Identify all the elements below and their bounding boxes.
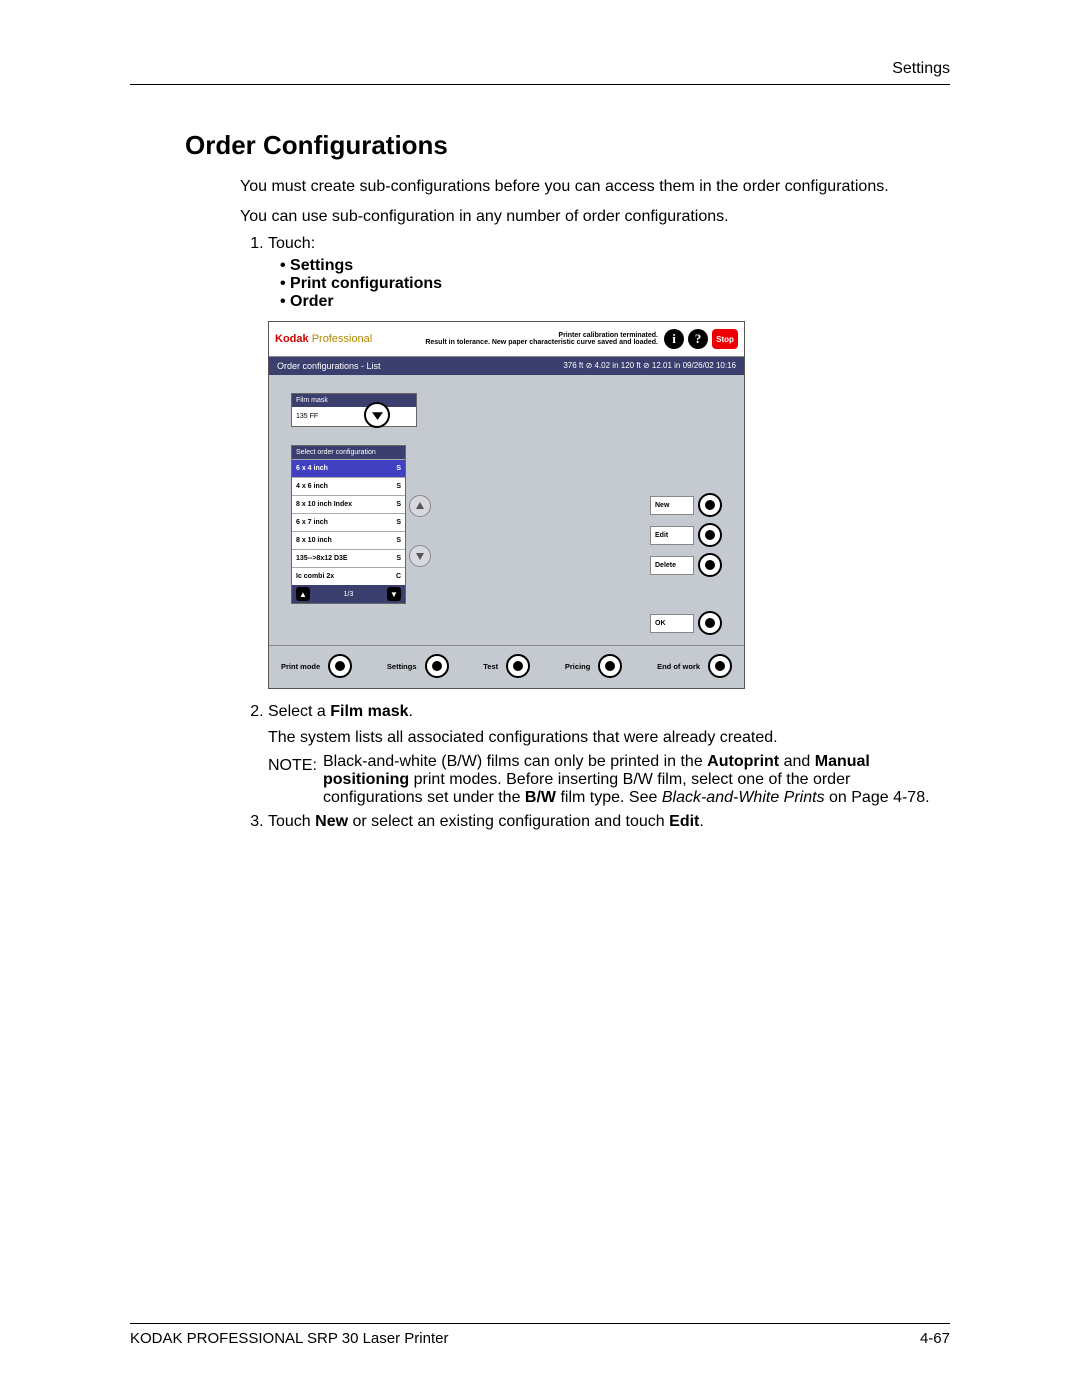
film-mask-panel: Film mask 135 FF xyxy=(291,393,417,427)
settings-button[interactable]: Settings xyxy=(387,654,449,678)
brand-logo: Kodak Professional xyxy=(275,333,372,345)
bullet-order: Order xyxy=(280,293,950,311)
list-item[interactable]: Ic combi 2xC xyxy=(292,567,405,585)
radio-icon xyxy=(708,654,732,678)
note-text: Black-and-white (B/W) films can only be … xyxy=(323,753,950,807)
footer-product: KODAK PROFESSIONAL SRP 30 Laser Printer xyxy=(130,1330,448,1347)
list-paginator: ▲ 1/3 ▼ xyxy=(292,585,405,603)
radio-icon xyxy=(698,523,722,547)
scroll-up-button[interactable] xyxy=(409,495,431,517)
arrow-down-icon xyxy=(415,551,425,561)
top-icon-group: i ? Stop xyxy=(664,329,738,349)
status-message: Printer calibration terminated. Result i… xyxy=(372,332,664,347)
ui-top-bar: Kodak Professional Printer calibration t… xyxy=(269,322,744,357)
side-button-group: New Edit Delete OK xyxy=(650,493,722,641)
print-mode-button[interactable]: Print mode xyxy=(281,654,352,678)
radio-icon xyxy=(698,611,722,635)
pricing-button[interactable]: Pricing xyxy=(565,654,622,678)
note-label: NOTE: xyxy=(268,757,317,775)
list-item[interactable]: 4 x 6 inchS xyxy=(292,477,405,495)
ui-screenshot: Kodak Professional Printer calibration t… xyxy=(268,321,745,689)
intro-paragraph-1: You must create sub-configurations befor… xyxy=(240,176,950,198)
step-1: Touch: Settings Print configurations Ord… xyxy=(268,235,950,689)
page-header-section: Settings xyxy=(130,60,950,85)
ui-body: Film mask 135 FF Select order configurat… xyxy=(269,375,744,645)
ui-footer-bar: Print mode Settings Test Pricing End of … xyxy=(269,645,744,688)
new-button[interactable]: New xyxy=(650,493,722,517)
film-mask-dropdown-button[interactable] xyxy=(364,402,390,428)
body-text: You must create sub-configurations befor… xyxy=(185,176,950,831)
chevron-down-icon xyxy=(372,410,383,421)
page-indicator: 1/3 xyxy=(344,591,354,598)
order-config-list: Select order configuration 6 x 4 inchS 4… xyxy=(291,445,406,604)
content-area: Order Configurations You must create sub… xyxy=(130,85,950,831)
scroll-down-button[interactable] xyxy=(409,545,431,567)
step-2-extra: The system lists all associated configur… xyxy=(268,727,950,749)
page-next-button[interactable]: ▼ xyxy=(387,587,401,601)
stop-button[interactable]: Stop xyxy=(712,329,738,349)
status-strip: 376 ft ⊘ 4.02 in 120 ft ⊘ 12.01 in 09/26… xyxy=(563,361,736,371)
film-mask-header: Film mask xyxy=(291,393,417,407)
document-page: Settings Order Configurations You must c… xyxy=(0,0,1080,1397)
film-mask-value[interactable]: 135 FF xyxy=(291,407,417,427)
screen-title: Order configurations - List xyxy=(277,361,381,371)
test-button[interactable]: Test xyxy=(483,654,530,678)
step-3: Touch New or select an existing configur… xyxy=(268,813,950,831)
delete-button[interactable]: Delete xyxy=(650,553,722,577)
radio-icon xyxy=(425,654,449,678)
list-header: Select order configuration xyxy=(292,446,405,459)
radio-icon xyxy=(698,553,722,577)
list-item[interactable]: 6 x 4 inchS xyxy=(292,459,405,477)
list-item[interactable]: 135-->8x12 D3ES xyxy=(292,549,405,567)
radio-icon xyxy=(328,654,352,678)
arrow-up-icon xyxy=(415,501,425,511)
bullet-settings: Settings xyxy=(280,257,950,275)
list-item[interactable]: 8 x 10 inchS xyxy=(292,531,405,549)
radio-icon xyxy=(598,654,622,678)
intro-paragraph-2: You can use sub-configuration in any num… xyxy=(240,206,950,228)
end-of-work-button[interactable]: End of work xyxy=(657,654,732,678)
footer-page-number: 4-67 xyxy=(920,1330,950,1347)
page-title: Order Configurations xyxy=(185,130,950,161)
bullet-print-configurations: Print configurations xyxy=(280,275,950,293)
ui-title-bar: Order configurations - List 376 ft ⊘ 4.0… xyxy=(269,357,744,375)
edit-button[interactable]: Edit xyxy=(650,523,722,547)
radio-icon xyxy=(698,493,722,517)
ok-button[interactable]: OK xyxy=(650,611,722,635)
help-icon[interactable]: ? xyxy=(688,329,708,349)
list-item[interactable]: 6 x 7 inchS xyxy=(292,513,405,531)
step-2: Select a Film mask. The system lists all… xyxy=(268,703,950,807)
step-1-bullets: Settings Print configurations Order xyxy=(268,257,950,311)
list-item[interactable]: 8 x 10 inch IndexS xyxy=(292,495,405,513)
page-footer: KODAK PROFESSIONAL SRP 30 Laser Printer … xyxy=(130,1323,950,1347)
info-icon[interactable]: i xyxy=(664,329,684,349)
page-first-button[interactable]: ▲ xyxy=(296,587,310,601)
procedure-list: Touch: Settings Print configurations Ord… xyxy=(240,235,950,831)
note-block: NOTE: Black-and-white (B/W) films can on… xyxy=(268,757,950,807)
radio-icon xyxy=(506,654,530,678)
